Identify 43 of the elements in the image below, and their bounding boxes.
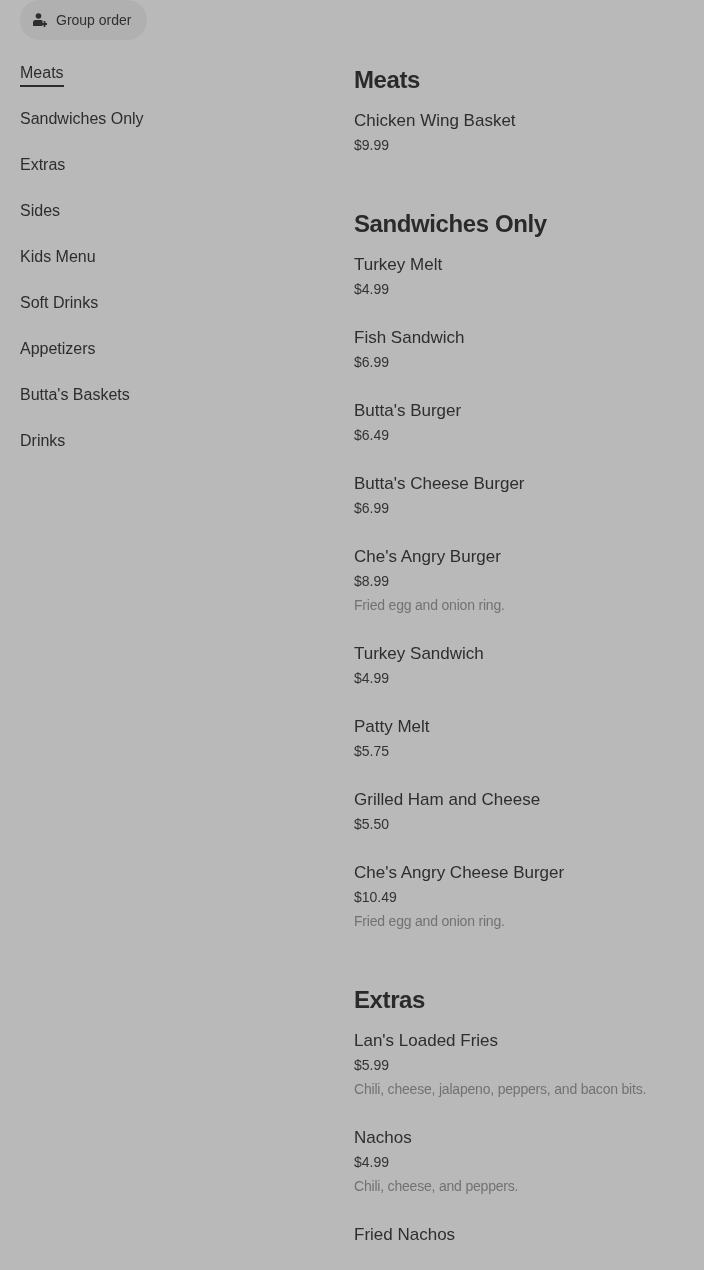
section-heading: Sandwiches Only xyxy=(354,209,548,239)
item-name[interactable]: Fish Sandwich xyxy=(354,326,465,350)
item-name[interactable]: Fried Nachos xyxy=(354,1223,456,1247)
item-description: Chili, cheese, and peppers. xyxy=(354,1177,519,1196)
item-name[interactable]: Patty Melt xyxy=(354,715,430,739)
item-price: $5.50 xyxy=(354,815,390,834)
item-name[interactable]: Turkey Sandwich xyxy=(354,642,484,666)
person-add-icon xyxy=(33,13,47,27)
category-link[interactable]: Butta's Baskets xyxy=(20,383,130,409)
item-name[interactable]: Nachos xyxy=(354,1126,412,1150)
item-price: $6.99 xyxy=(354,499,390,518)
item-price: $6.49 xyxy=(354,426,390,445)
item-price: $9.99 xyxy=(354,136,390,155)
item-name[interactable]: Che's Angry Cheese Burger xyxy=(354,861,565,885)
item-price: $8.99 xyxy=(354,572,390,591)
item-name[interactable]: Chicken Wing Basket xyxy=(354,109,516,133)
category-link[interactable]: Soft Drinks xyxy=(20,291,99,317)
item-description: Fried egg and onion ring. xyxy=(354,596,505,615)
item-name[interactable]: Lan's Loaded Fries xyxy=(354,1029,499,1053)
category-link[interactable]: Sandwiches Only xyxy=(20,107,144,133)
item-name[interactable]: Turkey Melt xyxy=(354,253,443,277)
item-price: $4.99 xyxy=(354,1153,390,1172)
group-order-button[interactable]: Group order xyxy=(20,0,148,40)
category-link[interactable]: Appetizers xyxy=(20,337,96,363)
section-heading: Extras xyxy=(354,985,426,1015)
item-price: $4.99 xyxy=(354,280,390,299)
item-price: $5.99 xyxy=(354,1056,390,1075)
category-link[interactable]: Meats xyxy=(20,61,64,87)
item-name[interactable]: Butta's Cheese Burger xyxy=(354,472,525,496)
item-description: Fried egg and onion ring. xyxy=(354,912,505,931)
item-description: Chili, cheese, jalapeno, peppers, and bacon bits. xyxy=(354,1080,647,1099)
item-name[interactable]: Butta's Burger xyxy=(354,399,462,423)
item-name[interactable]: Che's Angry Burger xyxy=(354,545,501,569)
item-price: $6.99 xyxy=(354,353,390,372)
category-link[interactable]: Drinks xyxy=(20,429,66,455)
item-name[interactable]: Grilled Ham and Cheese xyxy=(354,788,541,812)
section-heading: Meats xyxy=(354,65,422,95)
category-link[interactable]: Kids Menu xyxy=(20,245,96,271)
item-price: $5.75 xyxy=(354,742,390,761)
category-link[interactable]: Extras xyxy=(20,153,66,179)
item-price: $4.99 xyxy=(354,669,390,688)
item-price: $10.49 xyxy=(354,888,397,907)
category-link[interactable]: Sides xyxy=(20,199,61,225)
